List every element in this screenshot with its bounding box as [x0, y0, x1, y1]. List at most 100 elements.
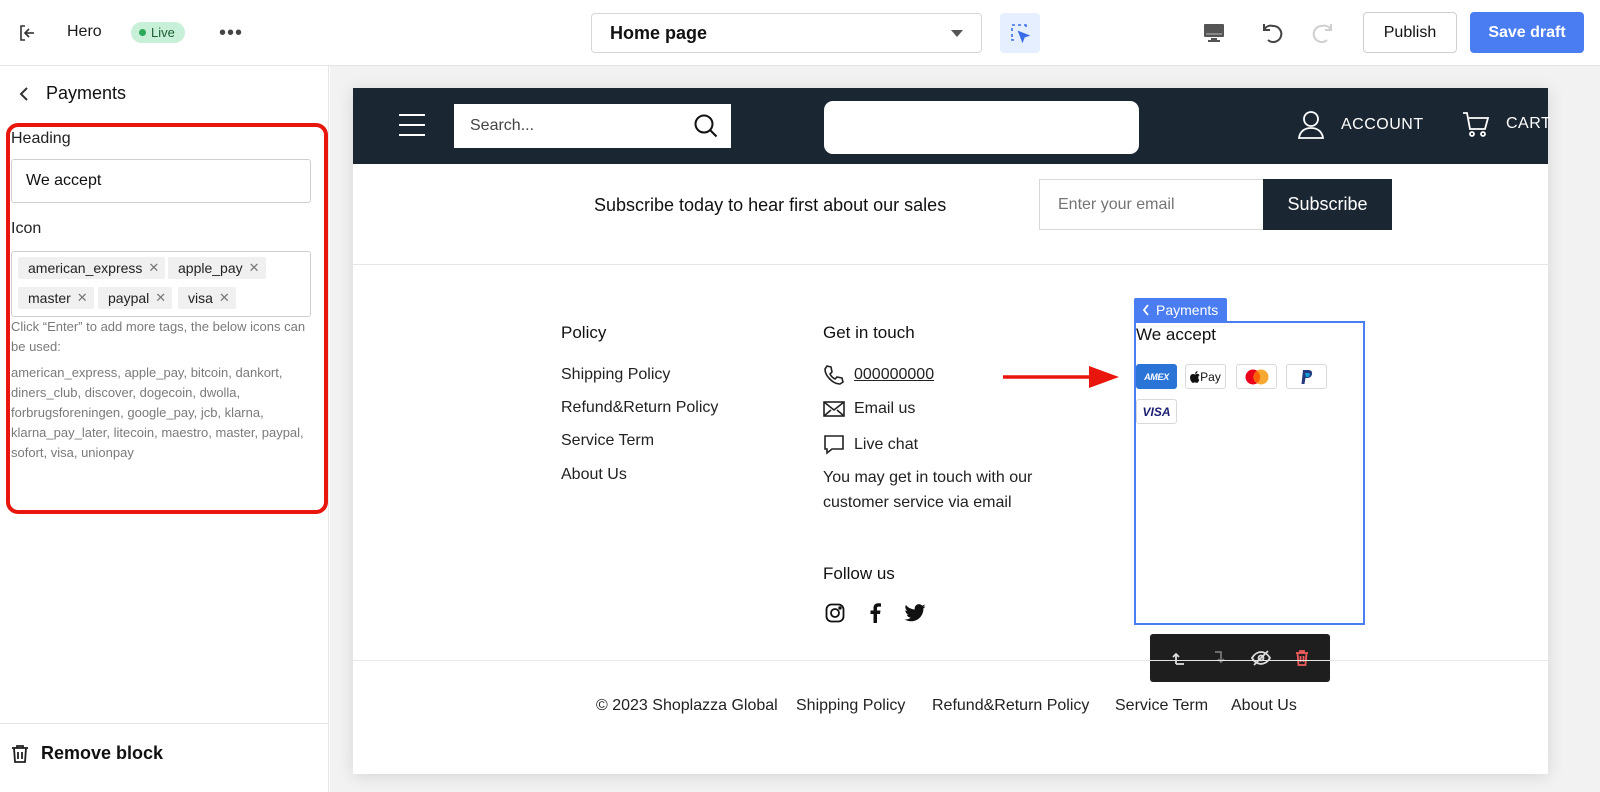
apple-pay-label: Pay	[1200, 369, 1221, 384]
email-us-label: Email us	[854, 400, 916, 417]
user-icon	[1297, 111, 1325, 139]
close-icon[interactable]: ✕	[148, 260, 159, 276]
newsletter-section: Subscribe today to hear first about our …	[353, 164, 1548, 265]
apple-pay-icon: Pay	[1185, 364, 1226, 389]
newsletter-email-input[interactable]	[1039, 179, 1264, 230]
policy-title: Policy	[561, 323, 607, 342]
newsletter-text: Subscribe today to hear first about our …	[594, 195, 947, 215]
close-icon[interactable]: ✕	[77, 290, 88, 306]
redo-icon	[1312, 24, 1332, 43]
footer-link-refund[interactable]: Refund&Return Policy	[561, 399, 718, 417]
chat-icon	[824, 435, 844, 455]
heading-field-label: Heading	[11, 130, 71, 147]
tag-apple-pay: apple_pay ✕	[168, 257, 266, 279]
apple-logo-icon	[1190, 370, 1200, 383]
contact-phone[interactable]: 000000000	[823, 364, 934, 386]
icon-field-label: Icon	[11, 220, 42, 237]
bottom-link-about[interactable]: About Us	[1231, 697, 1297, 715]
subscribe-button[interactable]: Subscribe	[1263, 179, 1392, 230]
menu-icon[interactable]	[399, 114, 425, 136]
sidebar-footer: Remove block	[0, 723, 329, 792]
desktop-icon	[1204, 24, 1224, 42]
save-draft-button[interactable]: Save draft	[1470, 12, 1584, 53]
cart-icon	[1463, 112, 1490, 137]
twitter-icon[interactable]	[903, 601, 927, 625]
footer-link-shipping[interactable]: Shipping Policy	[561, 366, 670, 384]
exit-editor-button[interactable]	[14, 20, 40, 46]
paypal-icon	[1286, 364, 1327, 389]
tag-master: master ✕	[18, 287, 94, 309]
tag-visa: visa ✕	[178, 287, 236, 309]
close-icon[interactable]: ✕	[155, 290, 166, 306]
tag-label: visa	[188, 290, 213, 306]
heading-input[interactable]	[11, 159, 311, 203]
mail-icon	[823, 401, 845, 417]
store-logo[interactable]	[824, 101, 1139, 154]
preview-canvas: Search... ACCOUNT CART Subscribe today t…	[330, 66, 1600, 792]
live-dot-icon	[139, 29, 146, 36]
undo-button[interactable]	[1257, 19, 1285, 47]
more-options-button[interactable]: •••	[218, 20, 244, 46]
bottom-link-service[interactable]: Service Term	[1115, 697, 1208, 715]
remove-block-button[interactable]: Remove block	[11, 743, 163, 764]
page-selector-value: Home page	[610, 22, 708, 43]
payments-block-tab[interactable]: Payments	[1134, 298, 1228, 322]
cart-label: CART	[1506, 115, 1552, 132]
theme-name: Hero	[67, 23, 102, 40]
select-cursor-icon	[1011, 24, 1031, 44]
page-selector[interactable]: Home page	[591, 13, 982, 53]
search-placeholder: Search...	[470, 117, 535, 134]
payments-block[interactable]: We accept AMEX Pay VISA	[1134, 321, 1365, 625]
close-icon[interactable]: ✕	[219, 290, 230, 306]
mastercard-icon	[1236, 364, 1277, 389]
contact-live-chat[interactable]: Live chat	[823, 434, 918, 456]
close-icon[interactable]: ✕	[249, 260, 260, 276]
tag-label: american_express	[28, 260, 143, 276]
contact-email[interactable]: Email us	[823, 400, 915, 418]
caret-down-icon	[951, 29, 963, 37]
facebook-icon[interactable]	[863, 601, 887, 625]
store-bottom-bar: © 2023 Shoplazza Global Shipping Policy …	[353, 660, 1548, 774]
footer-link-about[interactable]: About Us	[561, 466, 627, 484]
contact-description: You may get in touch with our customer s…	[823, 469, 1033, 511]
publish-button[interactable]: Publish	[1363, 12, 1457, 53]
tag-label: paypal	[108, 290, 150, 306]
tag-paypal: paypal ✕	[98, 287, 173, 309]
desktop-view-button[interactable]	[1200, 19, 1228, 47]
copyright-text: © 2023 Shoplazza Global	[596, 697, 778, 714]
tag-american-express: american_express ✕	[18, 257, 166, 279]
account-link[interactable]: ACCOUNT	[1297, 110, 1424, 140]
settings-sidebar: Payments Heading Icon american_express ✕…	[0, 66, 329, 792]
tag-label: master	[28, 290, 71, 306]
bottom-link-shipping[interactable]: Shipping Policy	[796, 697, 905, 715]
contact-title: Get in touch	[823, 323, 915, 342]
exit-icon	[20, 25, 34, 41]
footer-link-service[interactable]: Service Term	[561, 432, 654, 450]
icon-help-text: Click “Enter” to add more tags, the belo…	[11, 319, 306, 354]
search-icon	[694, 114, 718, 138]
phone-number[interactable]: 000000000	[854, 366, 934, 384]
back-button[interactable]	[14, 84, 34, 104]
payments-heading: We accept	[1136, 325, 1217, 344]
redo-button[interactable]	[1310, 19, 1338, 47]
status-label: Live	[151, 25, 175, 40]
bottom-link-refund[interactable]: Refund&Return Policy	[932, 697, 1089, 715]
icon-tags-input[interactable]: american_express ✕ apple_pay ✕ master ✕ …	[11, 251, 311, 317]
chevron-left-icon	[1142, 304, 1149, 316]
payments-tab-label: Payments	[1156, 302, 1219, 318]
store-header: Search... ACCOUNT CART	[353, 88, 1551, 164]
editor-topbar: Hero Live ••• Home page Publish Save dra	[0, 0, 1600, 66]
remove-block-label: Remove block	[41, 743, 164, 763]
chevron-left-icon	[19, 87, 28, 101]
phone-icon	[824, 365, 844, 385]
inspect-select-button[interactable]	[1000, 13, 1040, 53]
panel-title: Payments	[46, 83, 127, 103]
tag-label: apple_pay	[178, 260, 243, 276]
instagram-icon[interactable]	[823, 601, 847, 625]
cart-link[interactable]: CART	[1462, 110, 1551, 138]
arrow-annotation-icon	[1003, 366, 1119, 388]
store-search-bar[interactable]: Search...	[454, 104, 731, 148]
available-icons-list: american_express, apple_pay, bitcoin, da…	[11, 365, 304, 460]
amex-icon: AMEX	[1136, 364, 1177, 389]
trash-icon	[12, 744, 28, 763]
